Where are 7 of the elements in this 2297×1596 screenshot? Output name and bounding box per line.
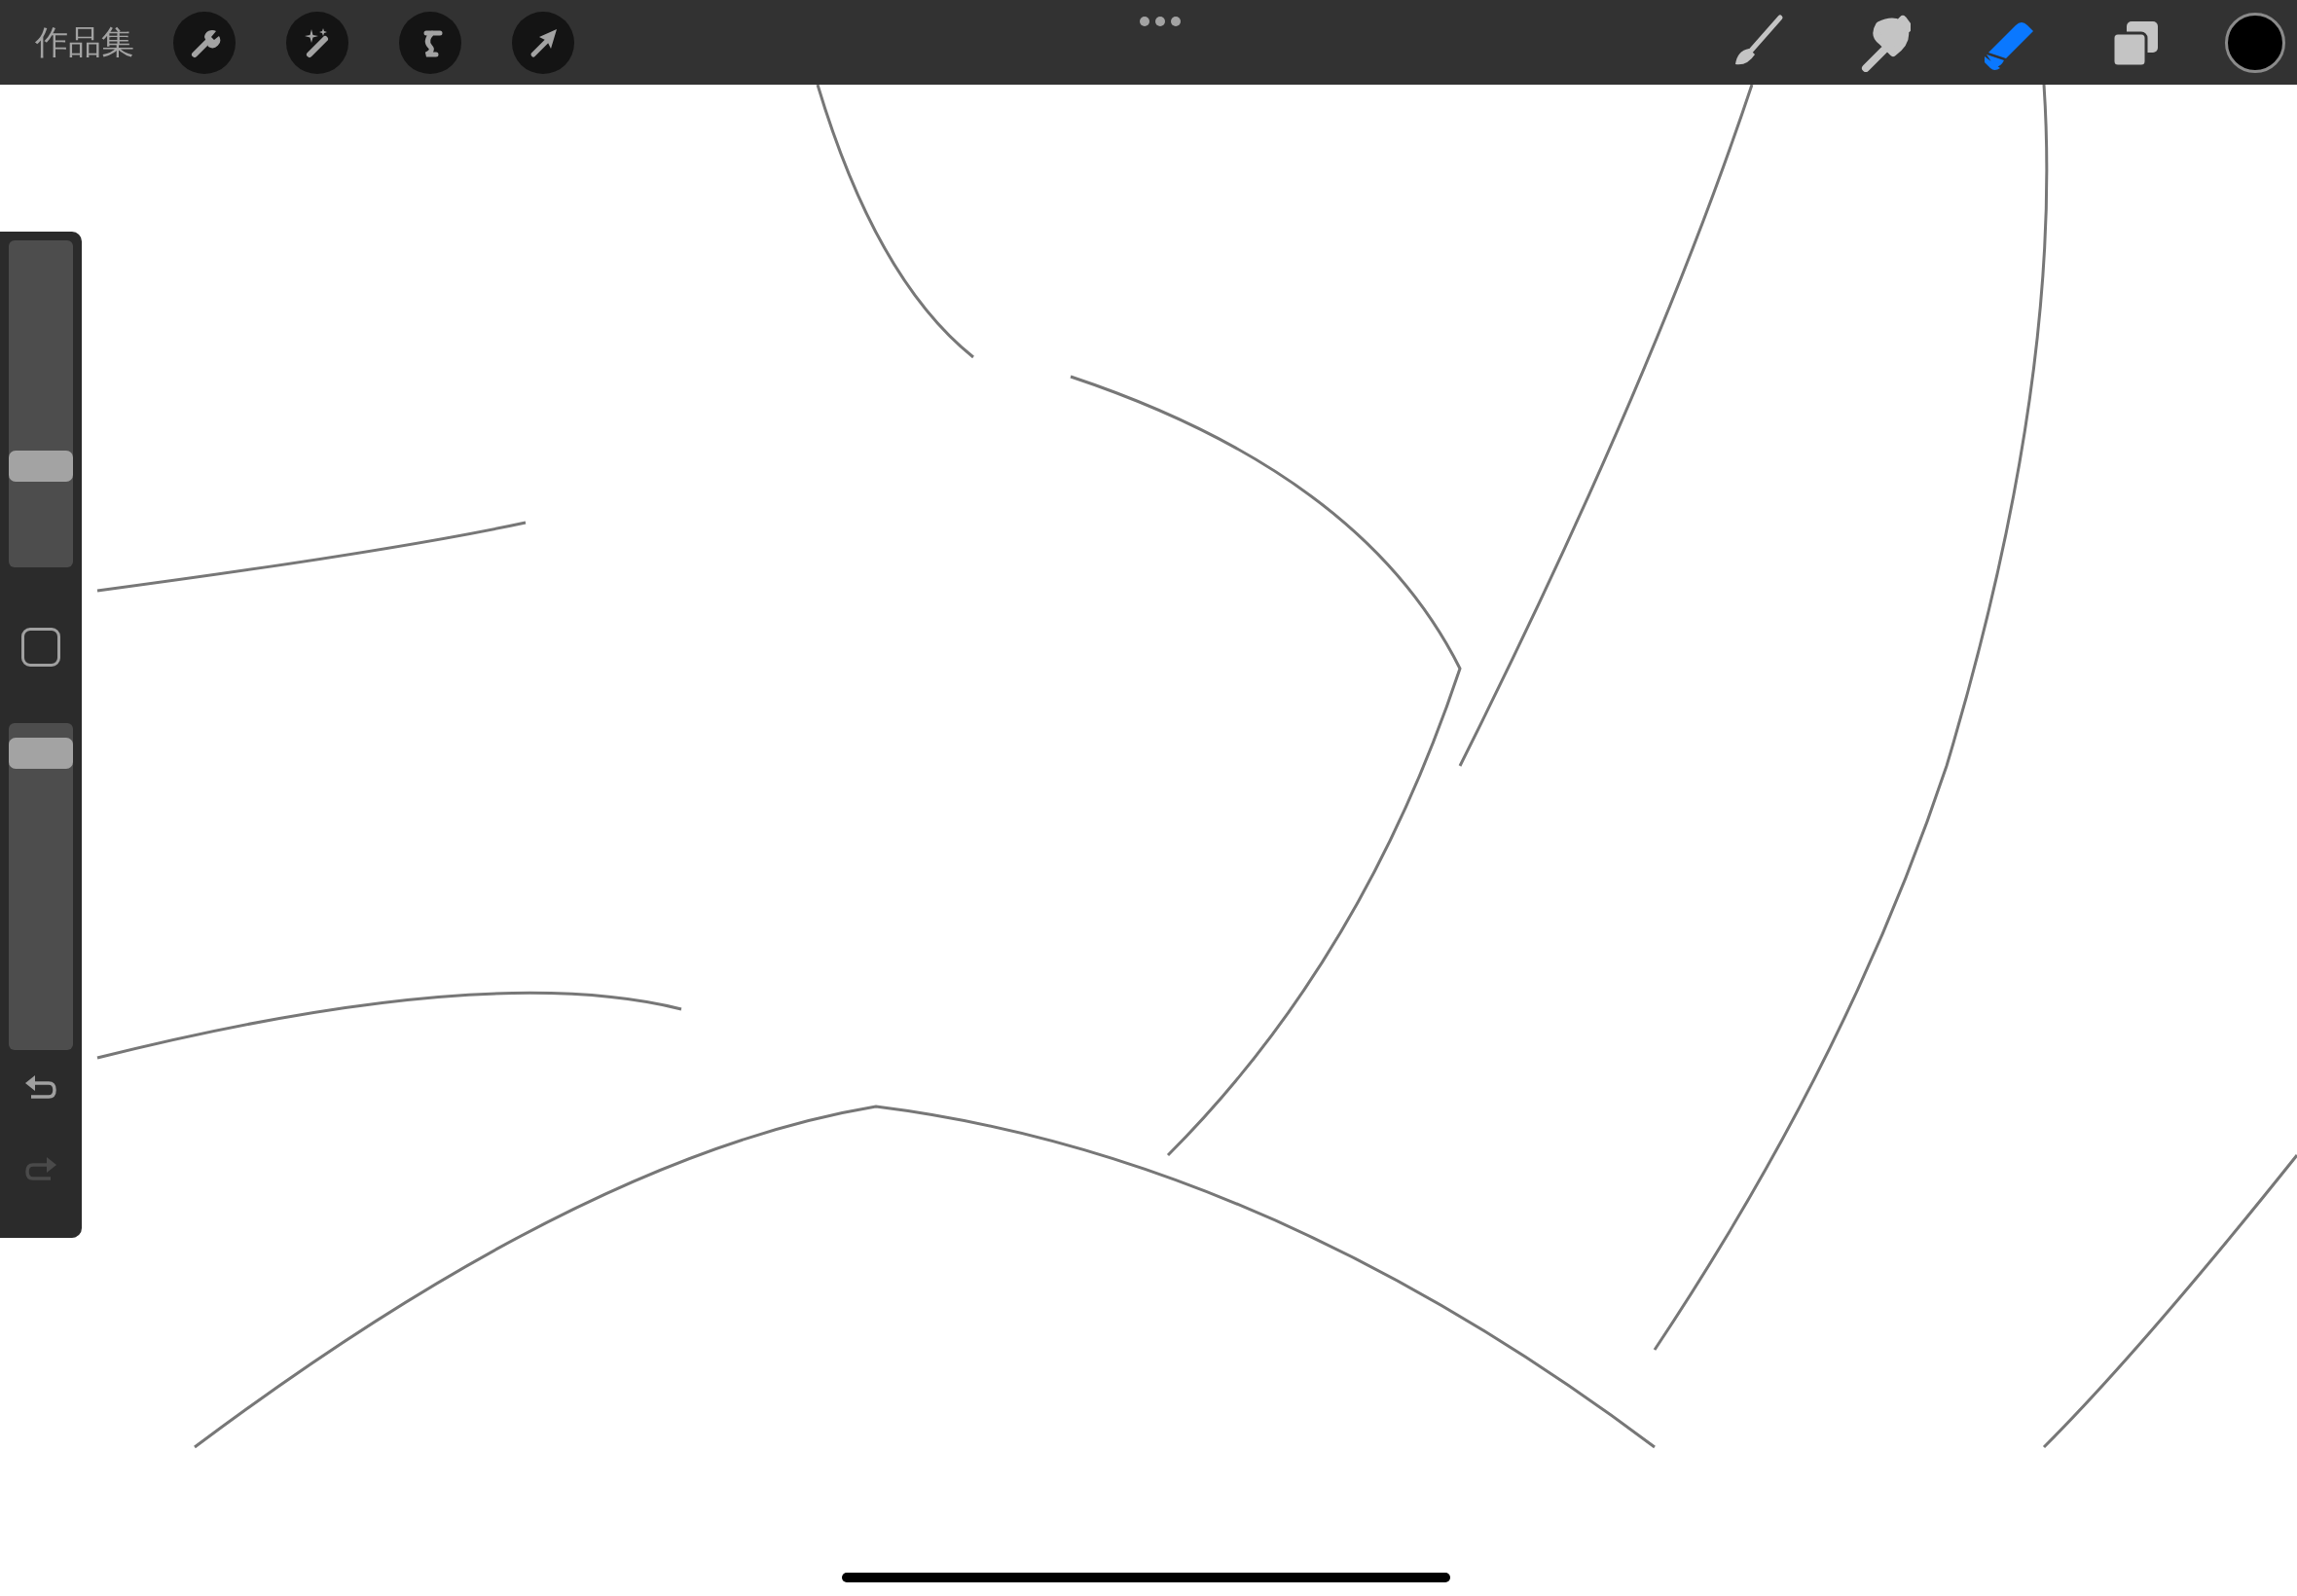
- more-icon[interactable]: [1139, 16, 1182, 27]
- opacity-handle[interactable]: [9, 738, 73, 770]
- opacity-slider[interactable]: [9, 723, 73, 1050]
- brush-size-slider[interactable]: [9, 240, 73, 567]
- modify-button[interactable]: [21, 628, 60, 667]
- gallery-button[interactable]: 作品集: [35, 18, 134, 67]
- brush-size-handle[interactable]: [9, 450, 73, 482]
